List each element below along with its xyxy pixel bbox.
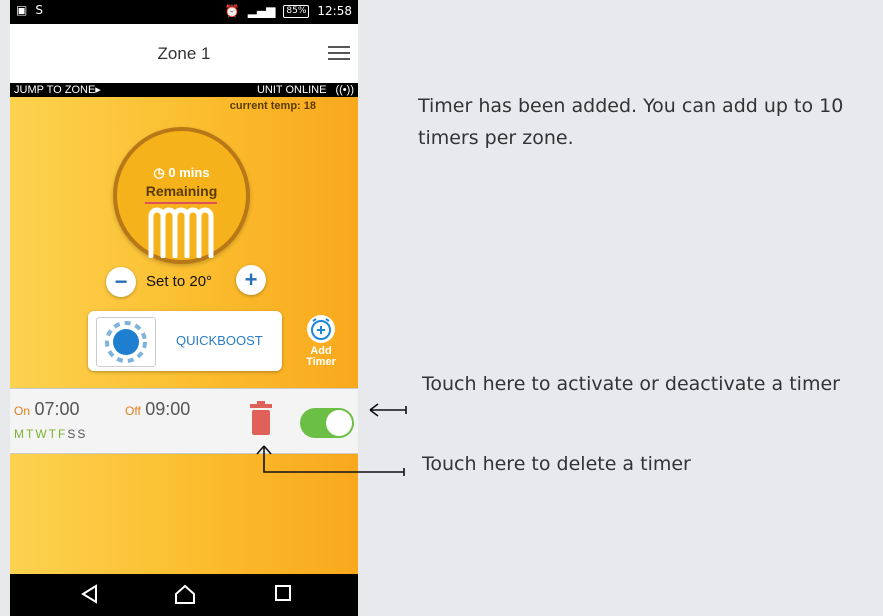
timer-on-time: On 07:00	[14, 399, 80, 419]
radiator-icon	[148, 207, 214, 258]
note-toggle-timer: Touch here to activate or deactivate a t…	[422, 373, 840, 395]
note-timer-added: Timer has been added. You can add up to …	[418, 95, 844, 149]
heater-status-button[interactable]: ◷ 0 mins Remaining	[113, 127, 250, 264]
android-nav-bar	[10, 574, 358, 616]
toggle-knob	[326, 410, 352, 436]
quickboost-button[interactable]: QUICKBOOST	[88, 311, 282, 371]
increase-temp-button[interactable]: +	[236, 265, 266, 295]
timer-days: MTWTFSS	[14, 427, 87, 441]
alarm-clock-plus-icon	[307, 315, 335, 343]
add-timer-label-line2: Timer	[306, 356, 336, 368]
timer-enable-toggle[interactable]	[300, 408, 354, 438]
alarm-icon: ⏰	[224, 4, 240, 18]
current-temp: current temp: 18	[229, 100, 316, 112]
phone-screen: ▣ S ⏰ ▂▄▆ 85% 12:58 Zone 1 JUMP TO ZONE▸…	[10, 0, 358, 616]
active-days: MTWTF	[14, 427, 68, 441]
set-temperature-label: Set to 20°	[146, 273, 213, 290]
zone-panel: current temp: 18 ◷ 0 mins Remaining − Se…	[10, 97, 358, 574]
remaining-underline	[145, 202, 217, 204]
unit-online-status: UNIT ONLINE ((•))	[256, 84, 354, 96]
page-title: Zone 1	[157, 44, 211, 63]
clock-icon: ◷	[153, 165, 165, 180]
note-delete-timer: Touch here to delete a timer	[422, 453, 691, 475]
decrease-temp-button[interactable]: −	[106, 267, 136, 297]
quickboost-icon	[96, 317, 156, 367]
clock: 12:58	[317, 4, 352, 18]
zone-bar: JUMP TO ZONE▸ UNIT ONLINE ((•))	[10, 83, 358, 97]
quickboost-label: QUICKBOOST	[176, 333, 263, 348]
back-icon[interactable]	[80, 584, 100, 609]
recent-apps-icon[interactable]	[274, 584, 292, 607]
wifi-signal-icon: ((•))	[335, 84, 354, 96]
add-timer-button[interactable]: Add Timer	[301, 315, 341, 368]
delete-timer-trash-icon[interactable]	[250, 401, 272, 435]
app-bar: Zone 1	[10, 24, 358, 83]
set-temperature-row: − Set to 20° +	[106, 263, 276, 297]
timer-off-time: Off 09:00	[125, 399, 191, 419]
battery-indicator: 85%	[283, 4, 310, 18]
inactive-days: SS	[67, 427, 88, 441]
remaining-minutes: 0 mins	[168, 165, 210, 180]
jump-to-zone-link[interactable]: JUMP TO ZONE▸	[14, 83, 101, 97]
arrow-to-toggle	[369, 403, 407, 417]
remaining-label: Remaining	[145, 183, 218, 199]
status-bar: ▣ S ⏰ ▂▄▆ 85% 12:58	[10, 0, 358, 24]
gallery-notification-icon: ▣	[16, 3, 28, 17]
signal-icon: ▂▄▆	[247, 4, 276, 18]
s-notification-icon: S	[35, 3, 43, 17]
hamburger-menu-icon[interactable]	[328, 42, 350, 60]
arrow-to-trash	[256, 445, 405, 476]
home-icon[interactable]	[174, 584, 196, 609]
